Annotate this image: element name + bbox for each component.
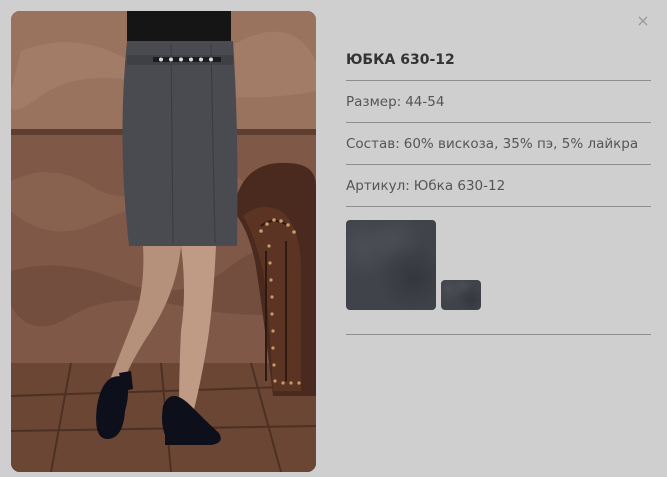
fabric-swatch-small[interactable] xyxy=(441,280,481,310)
size-label: Размер: xyxy=(346,94,402,110)
size-row: Размер: 44-54 xyxy=(346,81,651,123)
product-title: ЮБКА 630-12 xyxy=(346,40,651,81)
article-label: Артикул: xyxy=(346,178,410,194)
product-photo xyxy=(11,11,316,472)
close-icon[interactable]: × xyxy=(636,13,650,29)
composition-label: Состав: xyxy=(346,136,400,152)
article-row: Артикул: Юбка 630-12 xyxy=(346,165,651,207)
fabric-swatches xyxy=(346,207,651,335)
article-value: Юбка 630-12 xyxy=(413,178,506,194)
composition-row: Состав: 60% вискоза, 35% пэ, 5% лайкра xyxy=(346,123,651,165)
size-value: 44-54 xyxy=(405,94,445,110)
fabric-swatch-large[interactable] xyxy=(346,220,436,310)
composition-value: 60% вискоза, 35% пэ, 5% лайкра xyxy=(403,136,639,152)
product-details: ЮБКА 630-12 Размер: 44-54 Состав: 60% виск… xyxy=(346,40,651,335)
skirt-photo-image xyxy=(11,11,316,472)
